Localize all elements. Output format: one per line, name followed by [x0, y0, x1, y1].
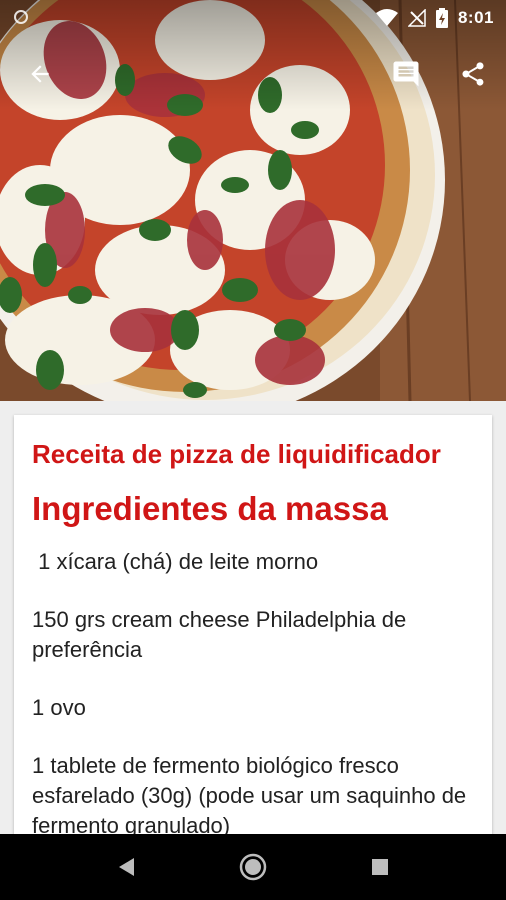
share-icon [462, 62, 484, 86]
notification-dot-icon [14, 10, 28, 24]
section-heading: Ingredientes da massa [32, 490, 388, 527]
app-bar [0, 50, 506, 98]
share-button[interactable] [449, 50, 497, 98]
nav-recents-button[interactable] [364, 851, 396, 883]
comments-button[interactable] [382, 50, 430, 98]
recents-square-icon [372, 859, 388, 875]
back-triangle-icon [119, 858, 134, 876]
nav-home-button[interactable] [237, 851, 269, 883]
system-nav-bar [0, 834, 506, 900]
ingredient-item: 150 grs cream cheese Philadelphia de pre… [32, 607, 407, 662]
arrow-back-icon [31, 65, 49, 83]
nav-back-button[interactable] [110, 851, 142, 883]
back-button[interactable] [16, 50, 64, 98]
status-time: 8:01 [457, 8, 494, 27]
ingredient-item: 1 ovo [32, 695, 86, 720]
home-circle-icon [239, 853, 267, 881]
status-bar: 8:01 [0, 0, 506, 36]
ingredient-item: 1 xícara (chá) de leite morno [32, 549, 319, 574]
recipe-card: Receita de pizza de liquidificador Ingre… [14, 415, 492, 855]
wifi-icon [375, 9, 398, 27]
battery-charging-icon [435, 8, 448, 28]
signal-off-icon [407, 9, 426, 27]
comment-icon [393, 61, 419, 87]
ingredient-item: 1 tablete de fermento biológico fresco e… [32, 753, 467, 838]
recipe-title: Receita de pizza de liquidificador [32, 439, 441, 469]
